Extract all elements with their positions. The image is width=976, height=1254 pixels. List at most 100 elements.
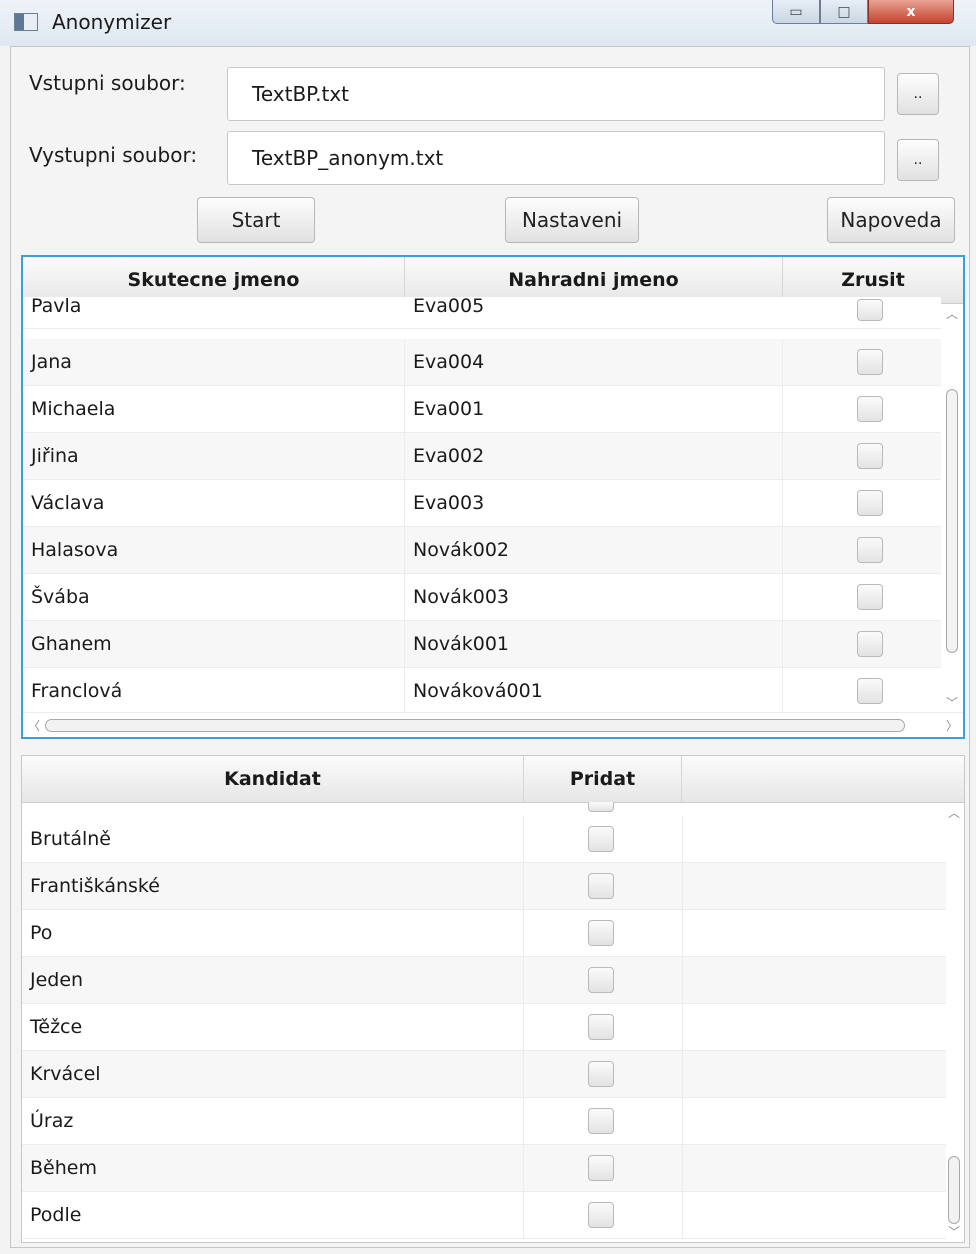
candidate-cell: Františkánské xyxy=(22,863,524,909)
scroll-up-icon[interactable]: ︿ xyxy=(943,305,961,322)
candidates-table-header: Kandidat Pridat xyxy=(22,756,964,803)
add-checkbox[interactable] xyxy=(588,920,614,946)
add-checkbox[interactable] xyxy=(588,826,614,852)
output-file-label: Vystupni soubor: xyxy=(29,143,198,167)
empty-cell xyxy=(682,1051,946,1097)
candidate-cell: Podle xyxy=(22,1192,524,1238)
cancel-checkbox[interactable] xyxy=(857,443,883,469)
add-checkbox[interactable] xyxy=(588,1014,614,1040)
table-row[interactable]: Halasova Novák002 xyxy=(23,527,941,574)
output-file-field[interactable]: TextBP_anonym.txt xyxy=(227,131,885,185)
cancel-checkbox[interactable] xyxy=(857,299,883,321)
empty-cell xyxy=(682,1145,946,1191)
empty-cell xyxy=(682,816,946,862)
names-horizontal-scrollbar[interactable]: 〈 〉 xyxy=(23,712,963,737)
candidate-cell: Krvácel xyxy=(22,1051,524,1097)
add-checkbox[interactable] xyxy=(588,967,614,993)
candidate-row[interactable]: Františkánské xyxy=(22,863,946,910)
real-name-cell: Pavla xyxy=(31,295,82,317)
scroll-up-icon[interactable]: ︿ xyxy=(945,804,963,821)
empty-cell xyxy=(682,910,946,956)
empty-cell xyxy=(682,957,946,1003)
candidate-row[interactable]: Krvácel xyxy=(22,1051,946,1098)
minimize-button[interactable]: ▭ xyxy=(772,0,820,24)
names-table: Skutecne jmeno Nahradni jmeno Zrusit Pav… xyxy=(21,255,965,739)
scroll-down-icon[interactable]: ﹀ xyxy=(943,694,961,711)
input-file-label: Vstupni soubor: xyxy=(29,71,186,95)
window-controls: ▭ □ x xyxy=(772,0,954,26)
replacement-name-cell: Eva005 xyxy=(413,295,485,317)
input-file-field[interactable]: TextBP.txt xyxy=(227,67,885,121)
real-name-cell: Franclová xyxy=(23,668,405,714)
table-row[interactable]: Michaela Eva001 xyxy=(23,386,941,433)
replacement-name-cell: Eva001 xyxy=(405,386,783,432)
table-row[interactable]: Pavla Eva005 xyxy=(23,295,941,329)
horizontal-scrollbar-thumb[interactable] xyxy=(45,719,905,732)
browse-input-button[interactable]: .. xyxy=(897,73,939,115)
real-name-cell: Jiřina xyxy=(23,433,405,479)
replacement-name-cell: Novák003 xyxy=(405,574,783,620)
browse-output-button[interactable]: .. xyxy=(897,139,939,181)
cancel-checkbox[interactable] xyxy=(857,349,883,375)
add-checkbox[interactable] xyxy=(588,1108,614,1134)
cancel-checkbox[interactable] xyxy=(857,490,883,516)
add-checkbox[interactable] xyxy=(588,1155,614,1181)
real-name-cell: Ghanem xyxy=(23,621,405,667)
app-icon xyxy=(14,13,38,31)
candidate-row[interactable]: Podle xyxy=(22,1192,946,1239)
candidate-cell: Po xyxy=(22,910,524,956)
table-row[interactable]: Ghanem Novák001 xyxy=(23,621,941,668)
title-bar: Anonymizer ▭ □ x xyxy=(0,0,976,46)
candidate-row[interactable]: Během xyxy=(22,1145,946,1192)
partial-add-checkbox[interactable] xyxy=(588,802,614,812)
add-checkbox[interactable] xyxy=(588,1061,614,1087)
real-name-cell: Michaela xyxy=(23,386,405,432)
scroll-down-icon[interactable]: ﹀ xyxy=(945,1223,963,1240)
empty-cell xyxy=(682,863,946,909)
replacement-name-cell: Nováková001 xyxy=(405,668,783,714)
empty-cell xyxy=(682,1004,946,1050)
table-row[interactable]: Jana Eva004 xyxy=(23,339,941,386)
table-row[interactable]: Franclová Nováková001 xyxy=(23,668,941,715)
column-header-candidate[interactable]: Kandidat xyxy=(22,756,524,802)
settings-button[interactable]: Nastaveni xyxy=(505,197,639,243)
window-title: Anonymizer xyxy=(52,10,172,34)
scroll-left-icon[interactable]: 〈 xyxy=(25,717,43,734)
candidate-cell: Jeden xyxy=(22,957,524,1003)
real-name-cell: Václava xyxy=(23,480,405,526)
scroll-right-icon[interactable]: 〉 xyxy=(943,717,961,734)
cancel-checkbox[interactable] xyxy=(857,584,883,610)
column-header-add[interactable]: Pridat xyxy=(524,756,682,802)
cancel-checkbox[interactable] xyxy=(857,396,883,422)
real-name-cell: Švába xyxy=(23,574,405,620)
maximize-button[interactable]: □ xyxy=(820,0,868,24)
column-header-empty xyxy=(682,756,946,802)
scrollbar-thumb[interactable] xyxy=(946,389,958,653)
add-checkbox[interactable] xyxy=(588,1202,614,1228)
empty-cell xyxy=(682,1192,946,1238)
start-button[interactable]: Start xyxy=(197,197,315,243)
cancel-checkbox[interactable] xyxy=(857,678,883,704)
cancel-checkbox[interactable] xyxy=(857,537,883,563)
candidate-row[interactable]: Po xyxy=(22,910,946,957)
candidate-row[interactable]: Jeden xyxy=(22,957,946,1004)
help-button[interactable]: Napoveda xyxy=(827,197,955,243)
candidate-cell: Během xyxy=(22,1145,524,1191)
table-row[interactable]: Václava Eva003 xyxy=(23,480,941,527)
close-button[interactable]: x xyxy=(868,0,954,24)
table-row[interactable]: Švába Novák003 xyxy=(23,574,941,621)
scrollbar-thumb[interactable] xyxy=(948,1156,960,1224)
names-vertical-scrollbar[interactable]: ︿ ﹀ xyxy=(943,305,961,711)
add-checkbox[interactable] xyxy=(588,873,614,899)
candidate-row[interactable]: Těžce xyxy=(22,1004,946,1051)
empty-cell xyxy=(682,1098,946,1144)
cancel-checkbox[interactable] xyxy=(857,631,883,657)
candidate-cell: Těžce xyxy=(22,1004,524,1050)
table-row[interactable]: Jiřina Eva002 xyxy=(23,433,941,480)
candidate-row[interactable]: Úraz xyxy=(22,1098,946,1145)
main-window: Vstupni soubor: TextBP.txt .. Vystupni s… xyxy=(10,46,970,1248)
candidate-row[interactable]: Brutálně xyxy=(22,816,946,863)
real-name-cell: Jana xyxy=(23,339,405,385)
replacement-name-cell: Novák001 xyxy=(405,621,783,667)
candidates-vertical-scrollbar[interactable]: ︿ ﹀ xyxy=(945,804,963,1240)
